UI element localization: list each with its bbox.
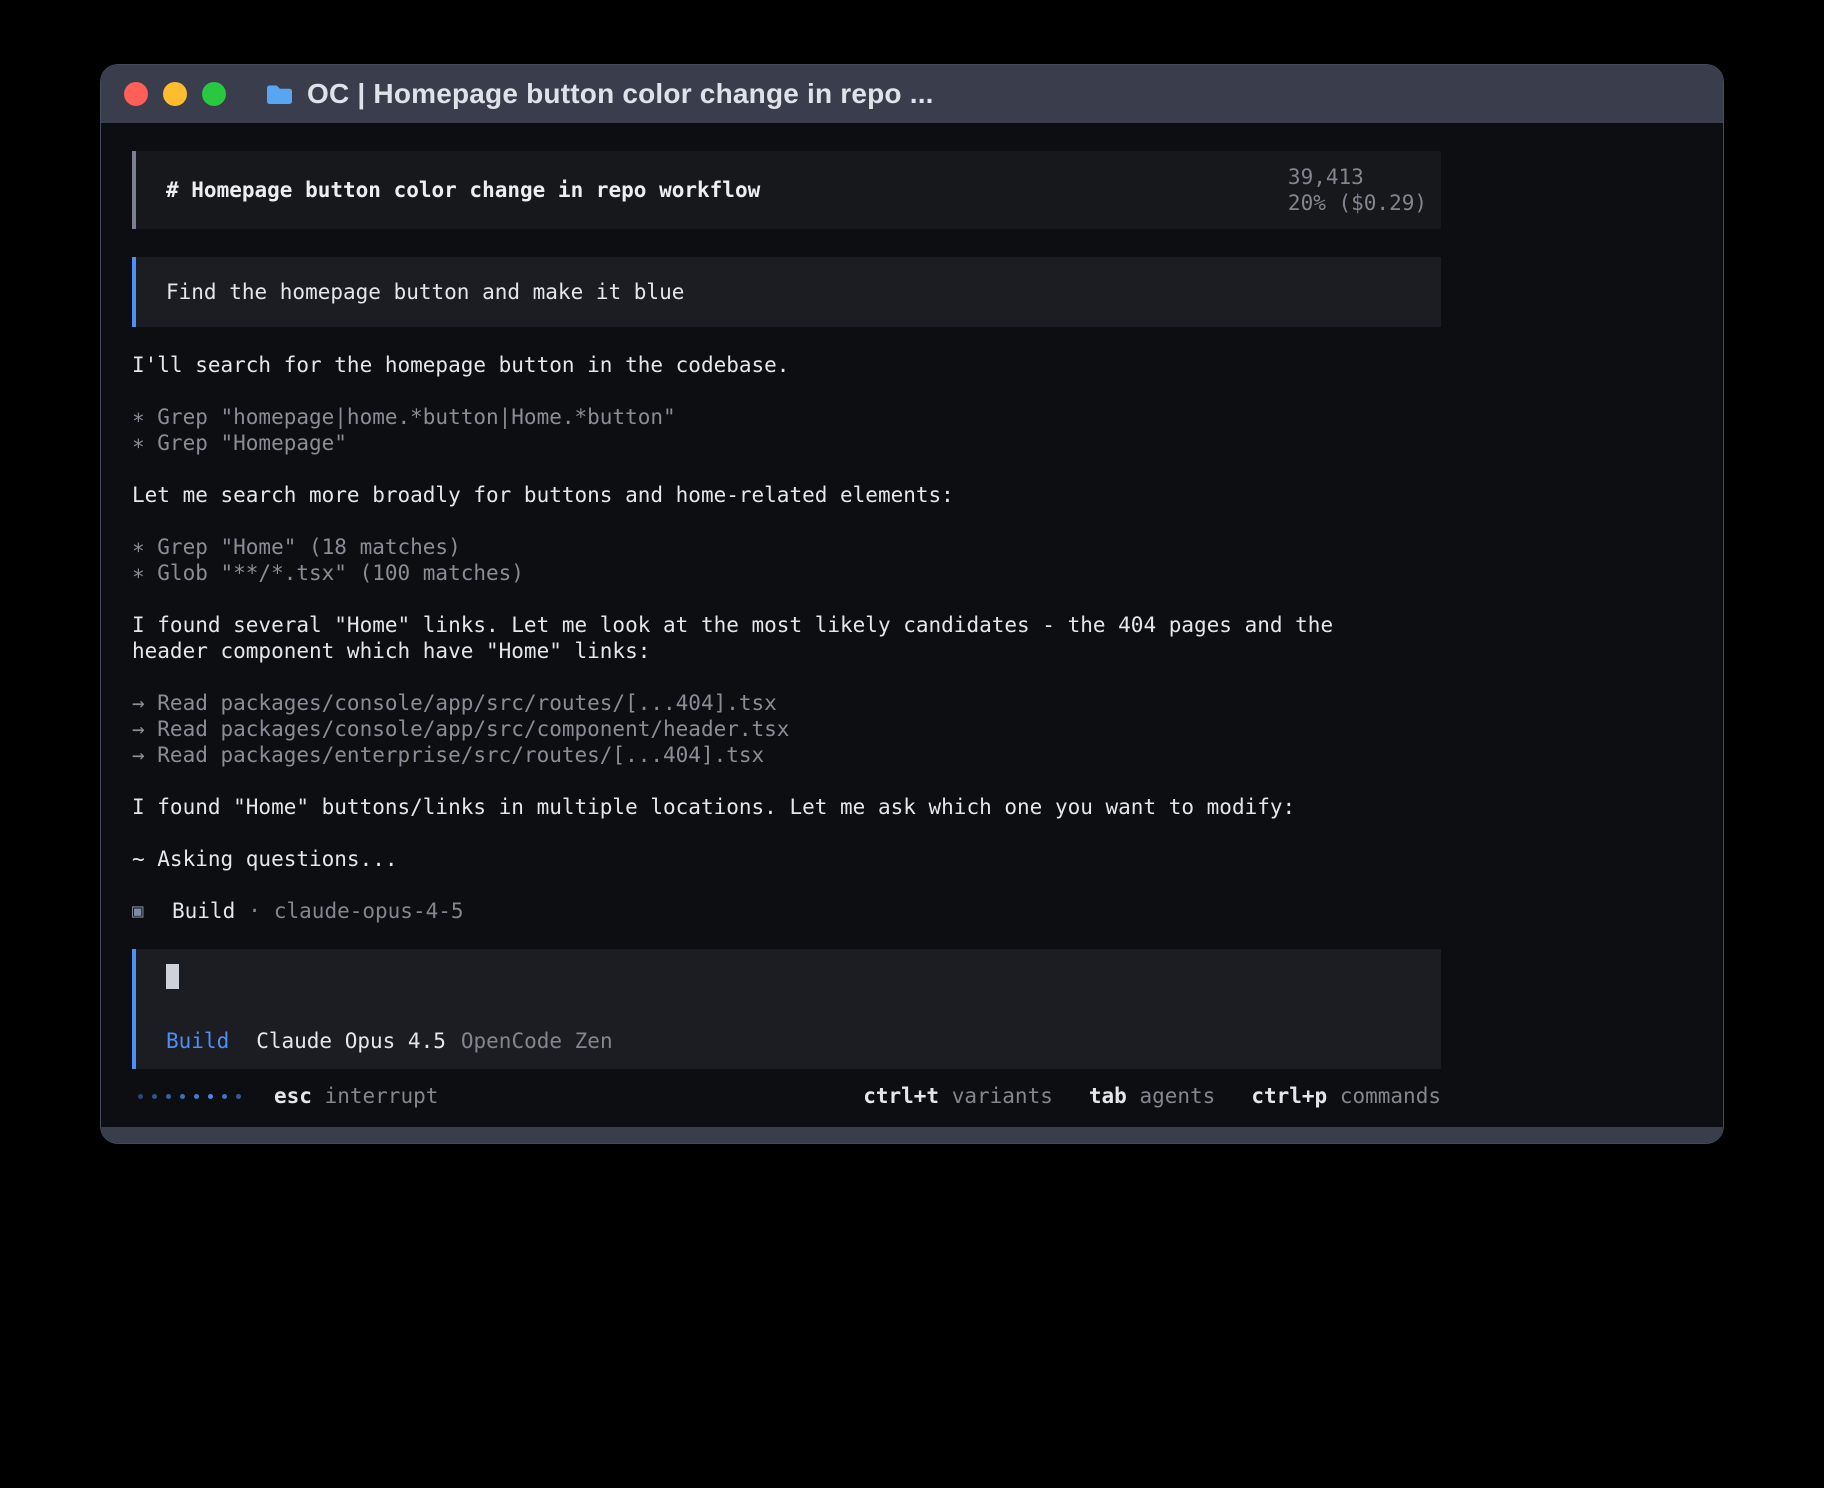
- tool-call-grep: ∗ Grep "Homepage": [132, 430, 1382, 456]
- tool-call-read: → Read packages/console/app/src/componen…: [132, 716, 1382, 742]
- text-cursor: [166, 964, 179, 989]
- user-message: Find the homepage button and make it blu…: [132, 257, 1441, 327]
- assistant-text: I'll search for the homepage button in t…: [132, 352, 1382, 378]
- agent-status-line: ▣ Build · claude-opus-4-5: [132, 898, 1441, 924]
- assistant-text: I found "Home" buttons/links in multiple…: [132, 794, 1382, 820]
- assistant-text: Let me search more broadly for buttons a…: [132, 482, 1382, 508]
- zoom-button[interactable]: [202, 82, 226, 106]
- prompt-input[interactable]: Build Claude Opus 4.5 OpenCode Zen: [132, 949, 1441, 1069]
- status-bar: esc interrupt ctrl+t variants tab agents…: [132, 1083, 1441, 1109]
- assistant-text: I found several "Home" links. Let me loo…: [132, 612, 1382, 664]
- session-stats: 39,413 20% ($0.29): [1133, 138, 1427, 242]
- model-row: Build Claude Opus 4.5 OpenCode Zen: [166, 1028, 1427, 1054]
- spinner-dots-icon: [138, 1094, 250, 1099]
- window-bottom-edge: [101, 1127, 1723, 1143]
- minimize-button[interactable]: [163, 82, 187, 106]
- agent-mode-label: Build: [166, 1028, 229, 1054]
- terminal-body: # Homepage button color change in repo w…: [101, 123, 1723, 1127]
- context-cost: 20% ($0.29): [1288, 191, 1427, 215]
- folder-icon: [265, 83, 294, 106]
- title-bar: OC | Homepage button color change in rep…: [101, 65, 1723, 123]
- user-message-text: Find the homepage button and make it blu…: [166, 279, 684, 305]
- token-count: 39,413: [1288, 165, 1364, 189]
- agent-separator: ·: [248, 898, 261, 924]
- tool-status-asking: ~ Asking questions...: [132, 846, 1382, 872]
- agent-status-icon: ▣: [132, 898, 150, 924]
- hint-variants: ctrl+t variants: [863, 1083, 1053, 1109]
- terminal-window: OC | Homepage button color change in rep…: [100, 64, 1724, 1144]
- hint-agents: tab agents: [1089, 1083, 1215, 1109]
- model-provider-label: OpenCode Zen: [461, 1028, 613, 1054]
- model-name-label: Claude Opus 4.5: [256, 1028, 446, 1054]
- traffic-lights: [124, 82, 241, 106]
- tool-call-grep: ∗ Grep "homepage|home.*button|Home.*butt…: [132, 404, 1382, 430]
- tool-call-grep: ∗ Grep "Home" (18 matches): [132, 534, 1382, 560]
- window-title: OC | Homepage button color change in rep…: [307, 78, 934, 110]
- session-header: # Homepage button color change in repo w…: [132, 151, 1441, 229]
- tool-call-glob: ∗ Glob "**/*.tsx" (100 matches): [132, 560, 1382, 586]
- tool-call-read: → Read packages/console/app/src/routes/[…: [132, 690, 1382, 716]
- agent-name: Build: [172, 898, 235, 924]
- session-title: # Homepage button color change in repo w…: [166, 177, 760, 203]
- close-button[interactable]: [124, 82, 148, 106]
- transcript: I'll search for the homepage button in t…: [132, 352, 1441, 924]
- hint-commands: ctrl+p commands: [1251, 1083, 1441, 1109]
- tool-call-read: → Read packages/enterprise/src/routes/[.…: [132, 742, 1382, 768]
- agent-model: claude-opus-4-5: [274, 898, 464, 924]
- prompt-cursor-row[interactable]: [166, 963, 1427, 989]
- hint-interrupt: esc interrupt: [274, 1083, 438, 1109]
